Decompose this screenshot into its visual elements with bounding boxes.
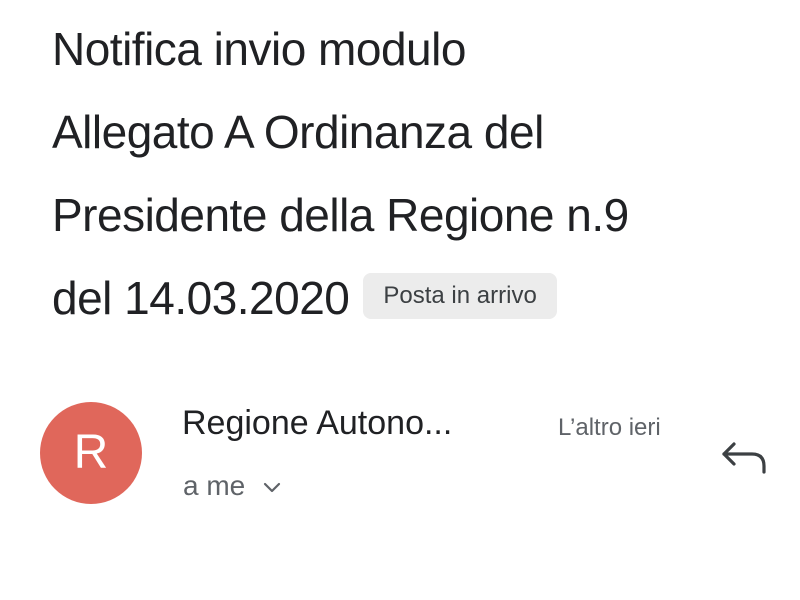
subject-line-1: Notifica invio modulo (52, 23, 466, 75)
email-view: Notifica invio modulo Allegato A Ordinan… (0, 0, 800, 600)
sender-name[interactable]: Regione Autono... (182, 404, 452, 443)
reply-button[interactable] (716, 432, 772, 480)
subject-line-3: Presidente della Regione n.9 (52, 189, 629, 241)
sender-header: R Regione Autono... L’altro ieri a me (0, 392, 800, 522)
timestamp: L’altro ieri (558, 414, 661, 441)
subject-line-4: del 14.03.2020 (52, 272, 350, 324)
reply-icon (716, 442, 772, 484)
recipient-label: a me (183, 470, 246, 501)
avatar[interactable]: R (40, 402, 142, 504)
chevron-down-icon (263, 469, 281, 501)
subject-line-2: Allegato A Ordinanza del (52, 106, 544, 158)
recipient-details-toggle[interactable]: a me (183, 470, 281, 504)
subject-line-4-wrapper: del 14.03.2020 Posta in arrivo (52, 257, 772, 340)
inbox-label-chip[interactable]: Posta in arrivo (363, 272, 557, 319)
email-subject: Notifica invio modulo Allegato A Ordinan… (52, 8, 772, 340)
